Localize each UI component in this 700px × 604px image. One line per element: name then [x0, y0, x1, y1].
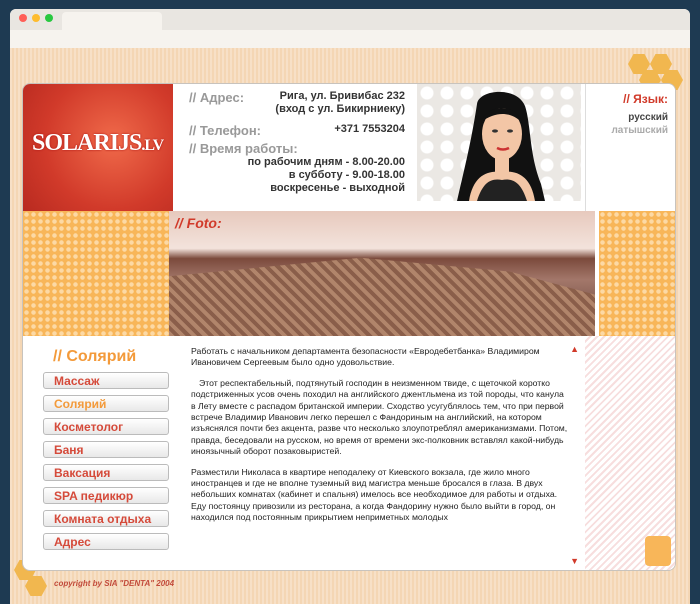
nav-item-spa-pedicure[interactable]: SPA педикюр [43, 487, 169, 504]
logo-text: SOLARIJS.LV [32, 130, 164, 156]
right-side-panel [585, 336, 675, 570]
language-label: // Язык: [623, 92, 668, 106]
room-photo: // Foto: [169, 211, 595, 336]
photo-band: // Foto: [23, 211, 675, 336]
hours-label: // Время работы: [189, 141, 298, 156]
nav-item-solarium[interactable]: Солярий [43, 395, 169, 412]
left-pattern-panel [23, 211, 169, 336]
phone-number[interactable]: +371 7553204 [334, 123, 405, 135]
hours-saturday: в субботу - 9.00-18.00 [288, 169, 405, 181]
phone-label: // Телефон: [189, 123, 262, 138]
sofa-image [169, 257, 595, 336]
nav-item-massage[interactable]: Массаж [43, 372, 169, 389]
address-label: // Адрес: [189, 90, 245, 105]
address-line2: (вход с ул. Бикирниеку) [275, 103, 405, 115]
article-paragraph: Разместили Николаса в квартире неподалек… [191, 466, 558, 523]
nav-item-lounge[interactable]: Комната отдыха [43, 510, 169, 527]
article-text: Работать с начальником департамента безо… [191, 346, 569, 533]
article-paragraph: Этот респектабельный, подтянутый господи… [191, 377, 568, 457]
right-pattern-panel [599, 211, 675, 336]
woman-portrait-illustration [457, 91, 545, 201]
browser-window: SOLARIJS.LV // Адрес: Рига, ул. Бривибас… [10, 9, 690, 604]
contact-block: // Адрес: Рига, ул. Бривибас 232 (вход с… [179, 84, 409, 201]
address-line1: Рига, ул. Бривибас 232 [279, 90, 405, 102]
side-navigation: // Солярий Массаж Солярий Косметолог Бан… [23, 336, 183, 570]
web-page: SOLARIJS.LV // Адрес: Рига, ул. Бривибас… [10, 48, 690, 604]
footer-copyright: copyright by SIA "DENTA" 2004 [54, 579, 175, 588]
site-frame: SOLARIJS.LV // Адрес: Рига, ул. Бривибас… [22, 83, 676, 571]
hours-weekdays: по рабочим дням - 8.00-20.00 [247, 156, 405, 168]
close-window-icon[interactable] [19, 14, 27, 22]
site-logo[interactable]: SOLARIJS.LV [23, 84, 173, 211]
scroll-up-icon[interactable]: ▲ [570, 344, 579, 354]
lang-russian-link[interactable]: русский [628, 112, 668, 123]
header-portrait-image [417, 84, 581, 201]
language-switcher: // Язык: русский латышский [585, 84, 675, 211]
nav-section-title: // Солярий [53, 348, 137, 365]
nav-item-waxing[interactable]: Ваксация [43, 464, 169, 481]
hours-sunday: воскресенье - выходной [270, 182, 405, 194]
article-paragraph: Работать с начальником департамента безо… [191, 346, 540, 368]
lang-latvian-link[interactable]: латышский [611, 125, 668, 136]
maximize-window-icon[interactable] [45, 14, 53, 22]
photo-label: // Foto: [175, 215, 222, 231]
nav-item-address[interactable]: Адрес [43, 533, 169, 550]
article-content: Работать с начальником департамента безо… [183, 336, 585, 570]
nav-item-cosmetologist[interactable]: Косметолог [43, 418, 169, 435]
address-bar-area [10, 30, 690, 48]
browser-tab[interactable] [62, 12, 162, 30]
nav-item-sauna[interactable]: Баня [43, 441, 169, 458]
corner-ornament-icon [645, 536, 671, 566]
scroll-down-icon[interactable]: ▼ [570, 556, 579, 566]
minimize-window-icon[interactable] [32, 14, 40, 22]
